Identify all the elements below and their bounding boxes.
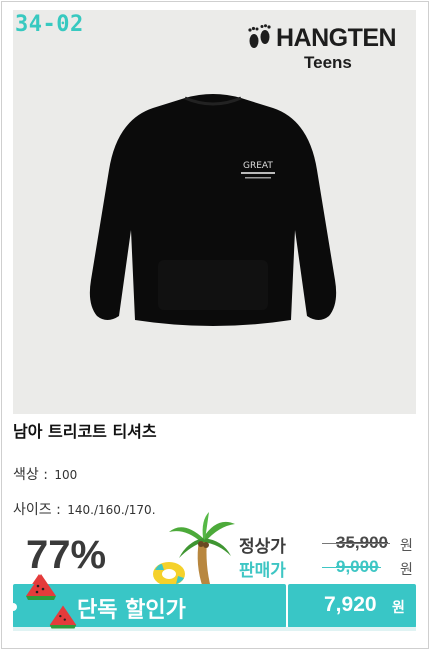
- exclusive-price: 7,920: [324, 593, 377, 616]
- svg-text:GREAT: GREAT: [243, 161, 273, 171]
- size-info: 사이즈 : 140./160./170.: [13, 499, 156, 519]
- regular-price-currency: 원: [400, 538, 413, 554]
- color-value: 100: [54, 468, 78, 482]
- regular-price: 35,900: [322, 533, 390, 552]
- sale-price: 9,000: [322, 557, 381, 576]
- color-label: 색상 :: [13, 467, 48, 483]
- tshirt-image: GREAT: [89, 94, 337, 326]
- regular-price-label: 정상가: [239, 537, 286, 557]
- brand-name: HANGTEN: [276, 24, 397, 52]
- size-value: 140./160./170.: [67, 503, 156, 517]
- brand-sub: Teens: [304, 53, 352, 72]
- size-label: 사이즈 :: [13, 502, 61, 518]
- product-image[interactable]: 34-02 HANGTEN Teens GREAT: [13, 10, 416, 414]
- exclusive-discount-label: 단독 할인가: [77, 598, 186, 623]
- product-code: 34-02: [15, 12, 84, 37]
- watermelon-icon: [26, 574, 56, 600]
- footprint-icon: [248, 24, 271, 48]
- ticket-notch-right: [420, 603, 428, 611]
- sale-price-label: 판매가: [239, 561, 286, 581]
- brand-logo: HANGTEN Teens: [246, 22, 406, 74]
- ticket-notch-left: [9, 603, 17, 611]
- exclusive-price-box[interactable]: 7,920 원: [288, 584, 416, 628]
- product-title[interactable]: 남아 트리코트 티셔츠: [13, 418, 157, 442]
- watermelon-icon: [49, 605, 77, 629]
- sale-price-currency: 원: [400, 562, 413, 578]
- color-info: 색상 : 100: [13, 464, 77, 484]
- exclusive-price-currency: 원: [392, 600, 405, 616]
